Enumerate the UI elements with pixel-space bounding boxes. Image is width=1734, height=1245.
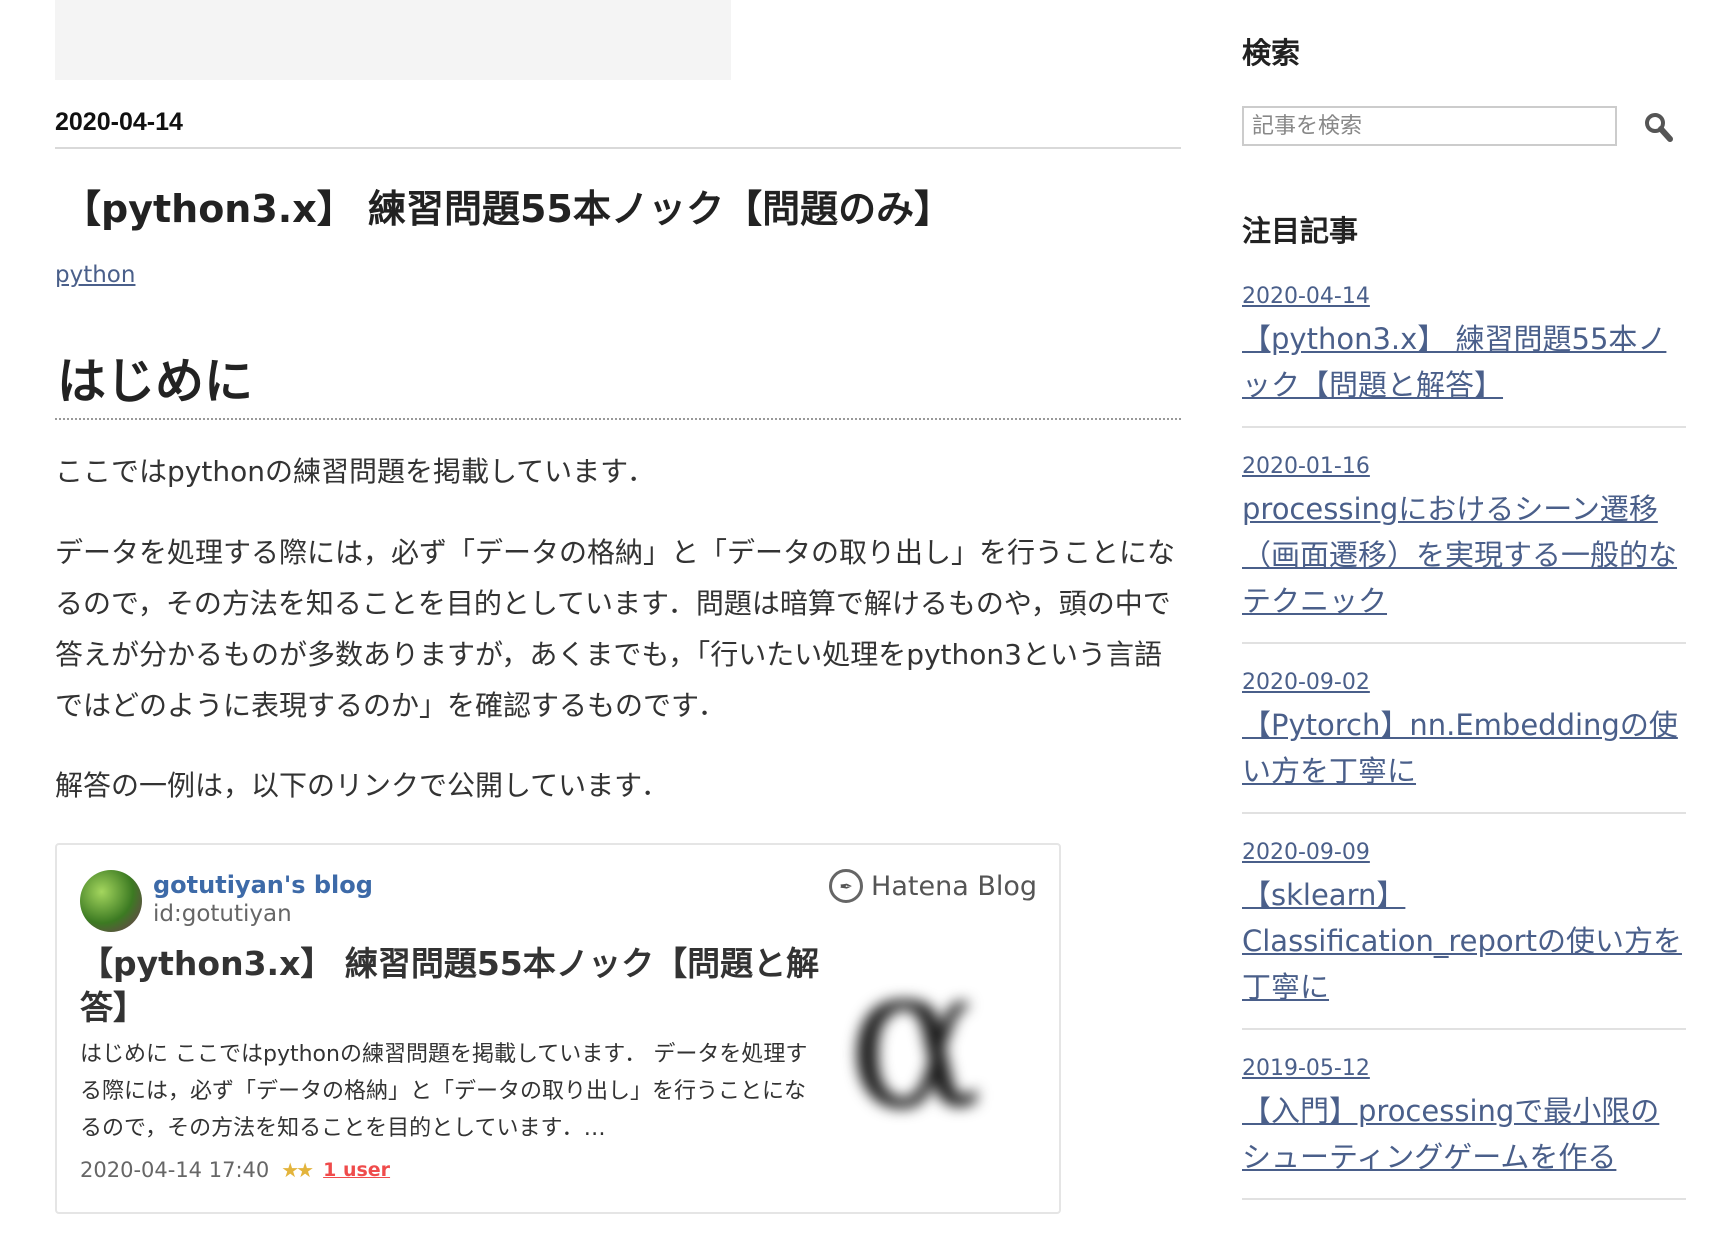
article-title[interactable]: 【python3.x】 練習問題55本ノック【問題のみ】	[63, 178, 952, 233]
star-icon: ★★	[281, 1158, 314, 1182]
embed-thumbnail[interactable]: α	[837, 945, 1037, 1130]
search-heading: 検索	[1242, 36, 1301, 70]
featured-item: 2020-09-09 【sklearn】 Classification_repo…	[1242, 838, 1686, 1030]
search-button[interactable]	[1639, 108, 1679, 148]
featured-title[interactable]: processingにおけるシーン遷移（画面遷移）を実現する一般的なテクニック	[1242, 486, 1686, 624]
featured-item: 2020-09-02 【Pytorch】nn.Embeddingの使い方を丁寧に	[1242, 668, 1686, 814]
hatena-pen-icon: ✒	[829, 869, 864, 903]
paragraph-3: 解答の一例は，以下のリンクで公開しています．	[55, 769, 670, 802]
embed-title[interactable]: 【python3.x】 練習問題55本ノック【問題と解答】	[80, 942, 820, 1030]
article-date[interactable]: 2020-04-14	[55, 108, 183, 136]
bookmark-count[interactable]: 1 user	[323, 1159, 390, 1181]
featured-title[interactable]: 【入門】processingで最小限のシューティングゲームを作る	[1242, 1088, 1686, 1180]
featured-date[interactable]: 2020-09-02	[1242, 668, 1686, 698]
brand-label: Hatena Blog	[871, 870, 1037, 902]
heading-divider	[55, 418, 1181, 420]
embed-user-id: id:gotutiyan	[153, 901, 292, 927]
embed-timestamp: 2020-04-14 17:40	[80, 1158, 270, 1182]
embed-meta: 2020-04-14 17:40 ★★ 1 user	[80, 1158, 390, 1182]
featured-date[interactable]: 2020-01-16	[1242, 452, 1686, 482]
avatar[interactable]	[80, 870, 142, 932]
paragraph-1: ここではpythonの練習問題を掲載しています．	[55, 455, 655, 488]
top-banner	[55, 0, 731, 80]
section-heading: はじめに	[57, 353, 254, 410]
paragraph-2: データを処理する際には，必ず「データの格納」と「データの取り出し」を行うことにな…	[55, 536, 1176, 722]
hatena-blog-brand[interactable]: ✒ Hatena Blog	[829, 869, 1037, 903]
featured-date[interactable]: 2020-09-09	[1242, 838, 1686, 868]
search-icon	[1645, 113, 1673, 142]
article-date-row: 2020-04-14	[55, 108, 1181, 149]
featured-item: 2020-01-16 processingにおけるシーン遷移（画面遷移）を実現す…	[1242, 452, 1686, 644]
featured-list: 2020-04-14 【python3.x】 練習問題55本ノック【問題と解答】…	[1242, 282, 1686, 1224]
featured-item: 2019-05-12 【入門】processingで最小限のシューティングゲーム…	[1242, 1054, 1686, 1200]
featured-date[interactable]: 2019-05-12	[1242, 1054, 1686, 1084]
embed-blog-name[interactable]: gotutiyan's blog	[153, 871, 373, 899]
featured-title[interactable]: 【sklearn】 Classification_reportの使い方を丁寧に	[1242, 872, 1686, 1010]
embed-excerpt: はじめに ここではpythonの練習問題を掲載しています． データを処理する際に…	[80, 1042, 808, 1141]
featured-title[interactable]: 【Pytorch】nn.Embeddingの使い方を丁寧に	[1242, 702, 1686, 794]
featured-heading: 注目記事	[1242, 214, 1359, 248]
thumbnail-glyph: α	[847, 945, 983, 1130]
blog-embed-card[interactable]: gotutiyan's blog id:gotutiyan ✒ Hatena B…	[55, 843, 1061, 1214]
featured-item: 2020-04-14 【python3.x】 練習問題55本ノック【問題と解答】	[1242, 282, 1686, 428]
featured-title[interactable]: 【python3.x】 練習問題55本ノック【問題と解答】	[1242, 316, 1686, 408]
featured-date[interactable]: 2020-04-14	[1242, 282, 1686, 312]
category-link[interactable]: python	[55, 262, 135, 288]
search-input[interactable]	[1242, 106, 1617, 146]
